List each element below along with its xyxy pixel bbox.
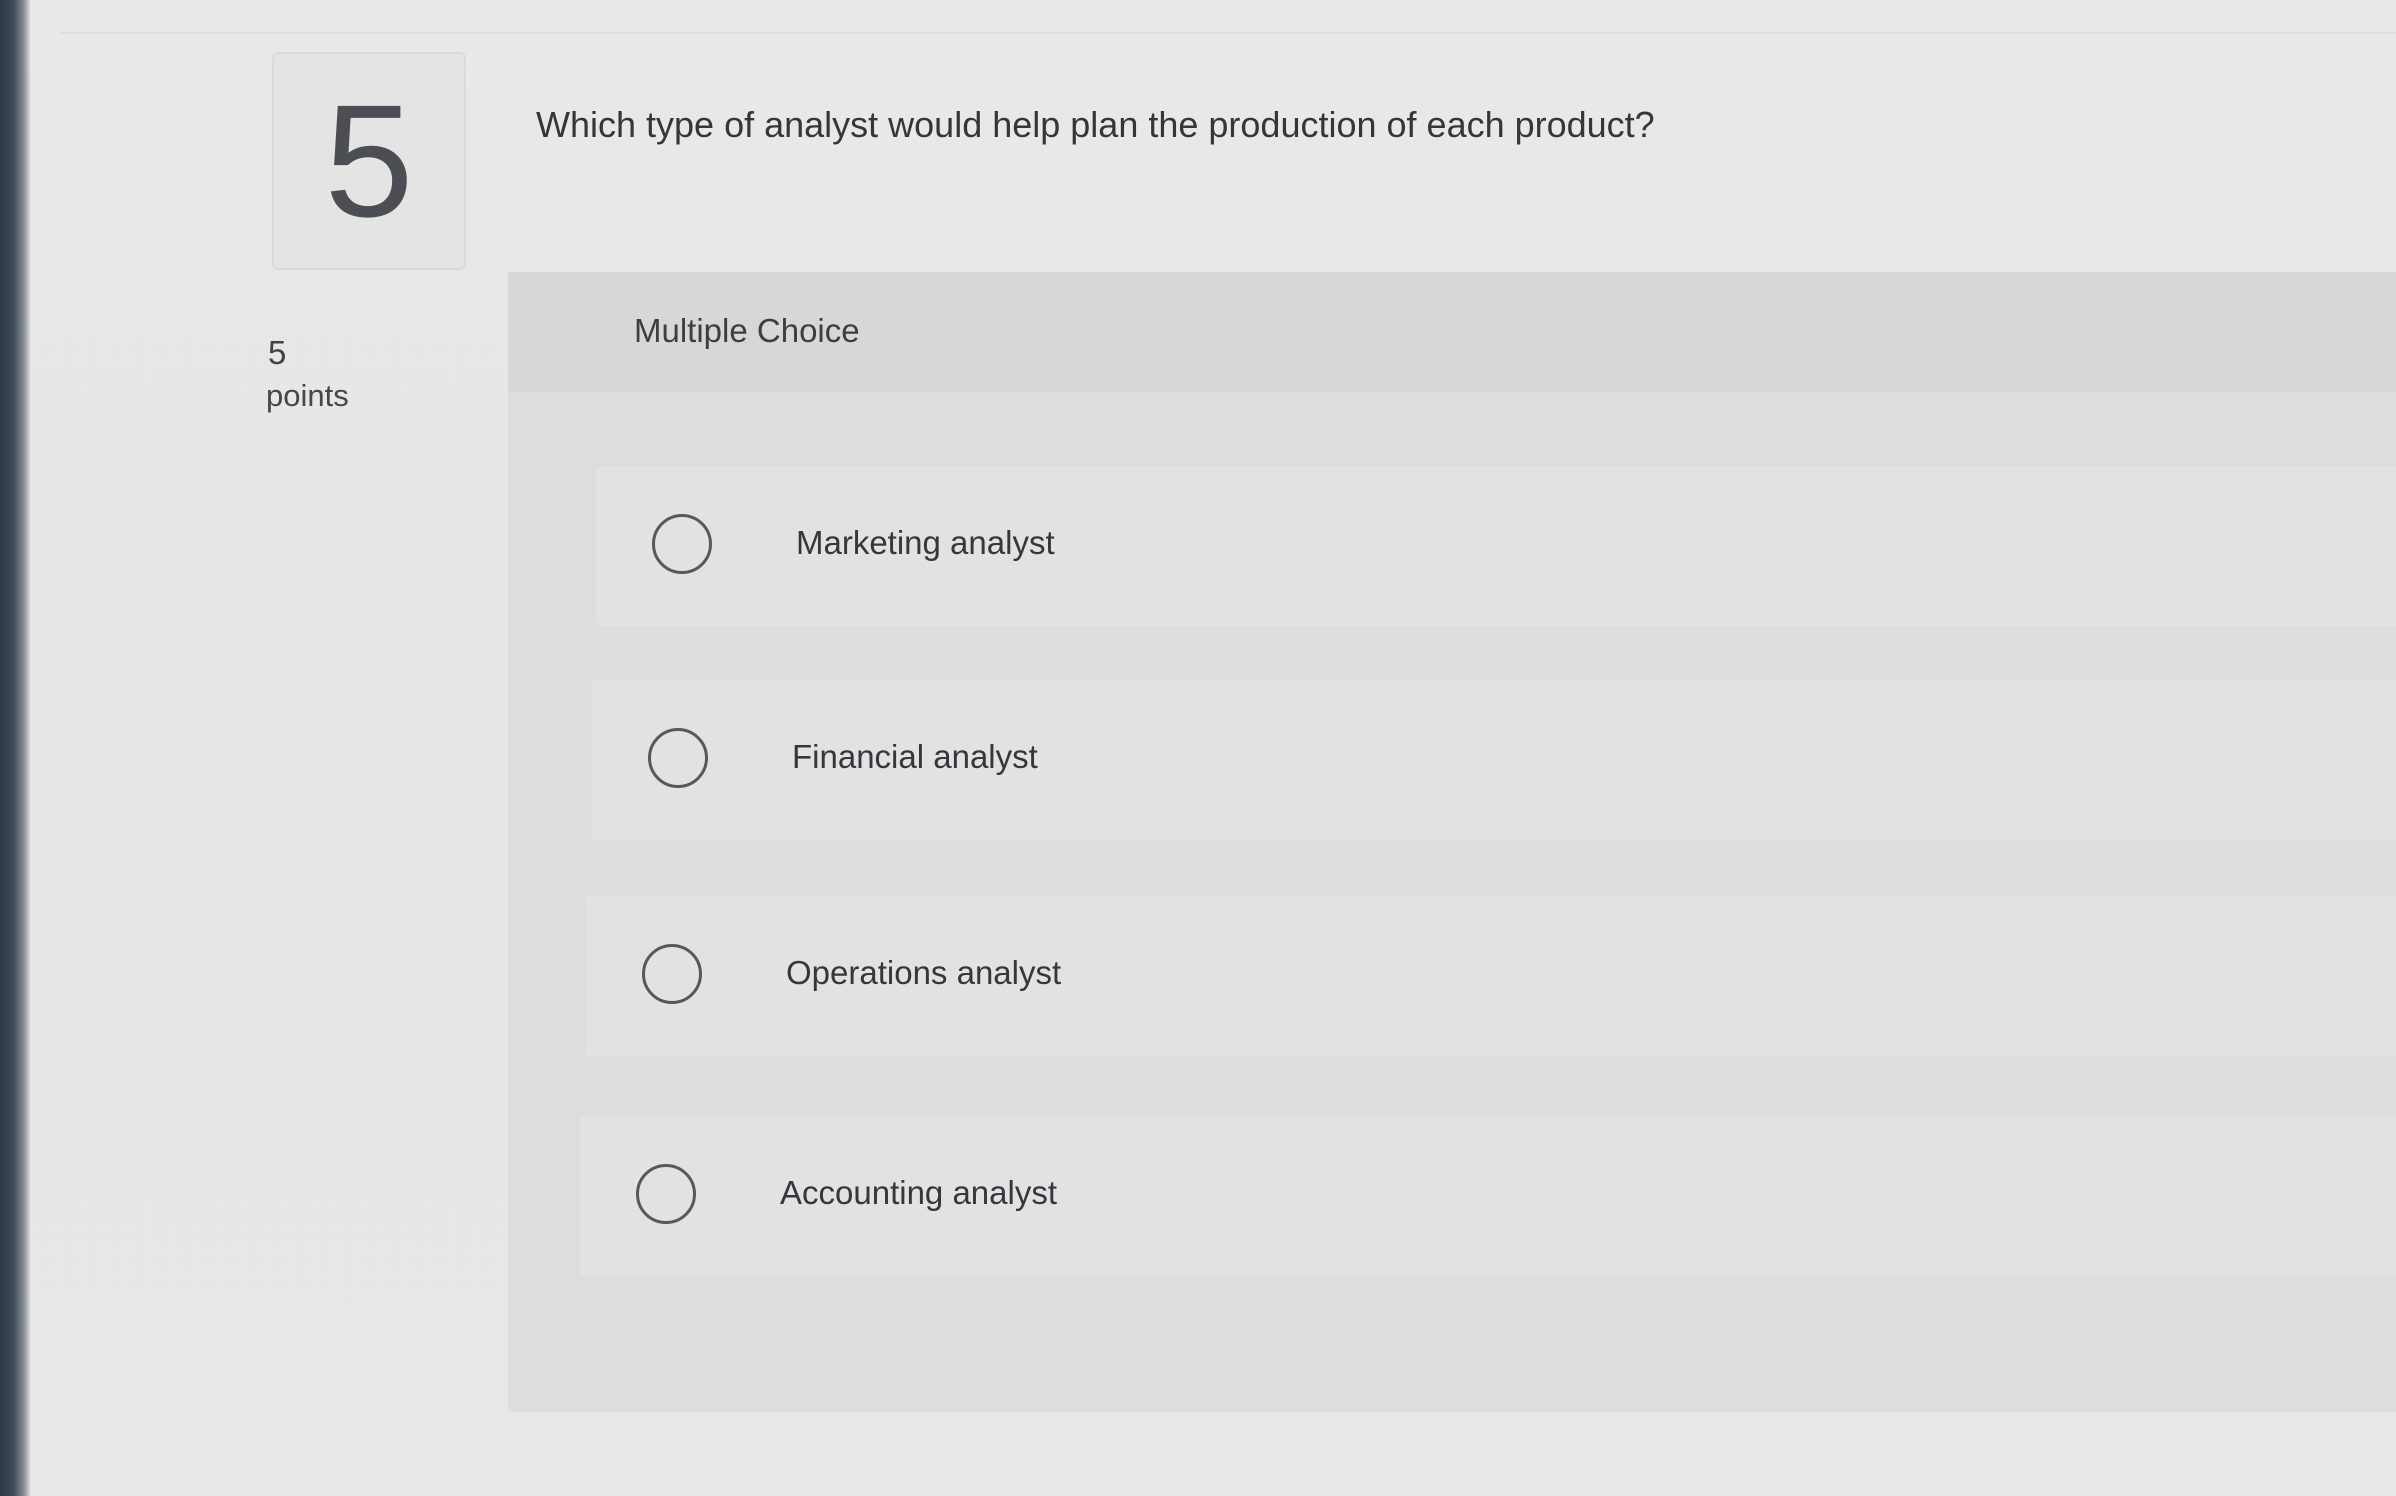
choice-type-label: Multiple Choice [634, 312, 860, 349]
choice-panel: Multiple Choice Marketing analyst Financ… [508, 272, 2396, 1412]
points-value: 5 [268, 334, 287, 371]
option-label: Financial analyst [792, 738, 1038, 775]
top-divider [60, 32, 2396, 34]
radio-circle-icon[interactable] [652, 514, 712, 574]
points-label: points [266, 378, 349, 413]
option-marketing-analyst[interactable]: Marketing analyst [596, 466, 2396, 626]
window-edge [0, 0, 30, 1496]
question-text: Which type of analyst would help plan th… [536, 104, 1655, 145]
radio-circle-icon[interactable] [648, 728, 708, 788]
option-label: Accounting analyst [780, 1174, 1058, 1211]
option-accounting-analyst[interactable]: Accounting analyst [580, 1116, 2396, 1276]
choice-panel-header: Multiple Choice [508, 272, 2396, 392]
question-number: 5 [324, 71, 414, 250]
option-label: Operations analyst [786, 954, 1062, 991]
option-label: Marketing analyst [796, 524, 1055, 561]
radio-circle-icon[interactable] [636, 1164, 696, 1224]
question-number-box: 5 [272, 52, 466, 270]
option-financial-analyst[interactable]: Financial analyst [592, 680, 2396, 840]
option-operations-analyst[interactable]: Operations analyst [586, 896, 2396, 1056]
radio-circle-icon[interactable] [642, 944, 702, 1004]
